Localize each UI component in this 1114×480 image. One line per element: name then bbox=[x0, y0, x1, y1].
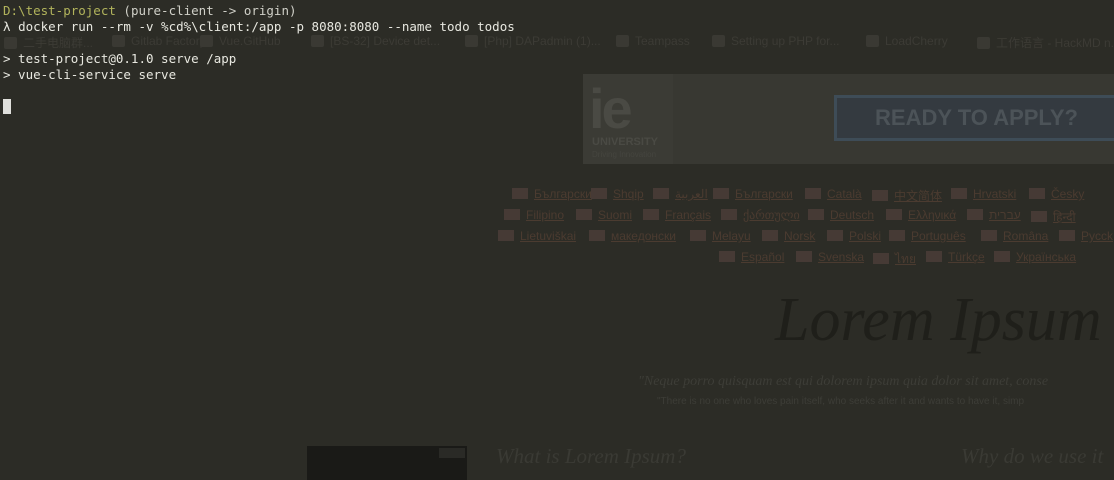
prompt-symbol: λ bbox=[3, 19, 11, 34]
current-directory: D:\test-project bbox=[3, 3, 116, 18]
command-line: λ docker run --rm -v %cd%\client:/app -p… bbox=[3, 19, 515, 35]
command-text: docker run --rm -v %cd%\client:/app -p 8… bbox=[18, 19, 515, 34]
output-line: > vue-cli-service serve bbox=[3, 67, 177, 82]
terminal-window[interactable]: D:\test-project (pure-client -> origin) … bbox=[0, 0, 1114, 480]
git-branch: (pure-client -> origin) bbox=[123, 3, 297, 18]
output-line: > test-project@0.1.0 serve /app bbox=[3, 51, 237, 66]
prompt-line: D:\test-project (pure-client -> origin) bbox=[3, 3, 297, 19]
text-cursor bbox=[3, 99, 11, 114]
